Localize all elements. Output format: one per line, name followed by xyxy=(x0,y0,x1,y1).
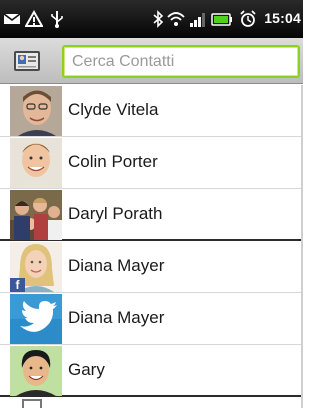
status-bar: 15:04 xyxy=(0,0,303,38)
contact-name: Clyde Vitela xyxy=(68,100,159,119)
contact-name: Diana Mayer xyxy=(68,308,165,327)
wifi-icon xyxy=(167,10,185,28)
contact-avatar xyxy=(10,138,62,188)
contact-row[interactable]: Colin Porter xyxy=(0,137,303,189)
contacts-card-icon[interactable] xyxy=(12,48,42,74)
contact-row-partial-icon xyxy=(22,399,42,408)
contact-row[interactable]: f Diana Mayer xyxy=(0,241,303,293)
warning-icon xyxy=(25,10,43,28)
signal-icon xyxy=(189,10,207,28)
message-icon xyxy=(3,10,21,28)
facebook-icon: f xyxy=(10,278,25,292)
contact-row[interactable]: Gary xyxy=(0,345,303,397)
search-contacts-input[interactable] xyxy=(62,45,300,78)
contact-name: Diana Mayer xyxy=(68,256,165,275)
contact-list: Clyde Vitela Colin Porter Daryl Porath f… xyxy=(0,85,303,397)
contact-name: Gary xyxy=(68,360,105,379)
contact-avatar xyxy=(10,190,62,240)
contact-avatar xyxy=(10,294,62,344)
usb-icon xyxy=(48,10,66,28)
alarm-icon xyxy=(239,10,257,28)
contact-avatar xyxy=(10,346,62,396)
contact-row[interactable]: Clyde Vitela xyxy=(0,85,303,137)
battery-icon xyxy=(211,10,233,28)
contact-name: Colin Porter xyxy=(68,152,158,171)
bluetooth-icon xyxy=(149,10,167,28)
contact-row[interactable]: Diana Mayer xyxy=(0,293,303,345)
contact-row[interactable]: Daryl Porath xyxy=(0,189,303,241)
contact-avatar xyxy=(10,86,62,136)
status-clock: 15:04 xyxy=(264,10,301,26)
search-bar xyxy=(0,38,303,84)
contact-name: Daryl Porath xyxy=(68,204,163,223)
list-edge xyxy=(301,85,303,408)
